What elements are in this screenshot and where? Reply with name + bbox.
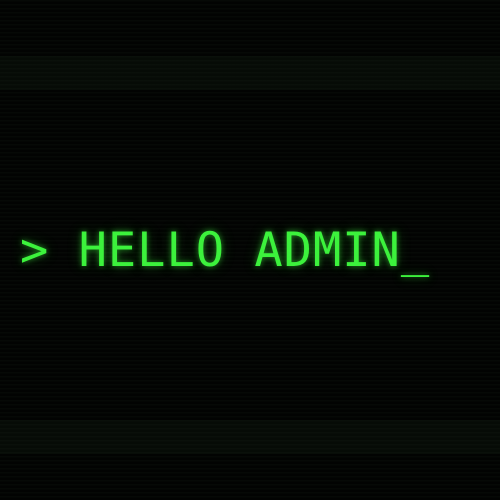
- terminal-screen: > HELLO ADMIN_: [0, 0, 500, 500]
- scanline-band-top: [0, 56, 500, 90]
- blinking-cursor: _: [400, 223, 431, 278]
- scanline-band-bottom: [0, 420, 500, 454]
- greeting-message: HELLO ADMIN: [78, 223, 401, 278]
- terminal-prompt-line: > HELLO ADMIN_: [20, 221, 430, 281]
- prompt-symbol: >: [20, 223, 50, 278]
